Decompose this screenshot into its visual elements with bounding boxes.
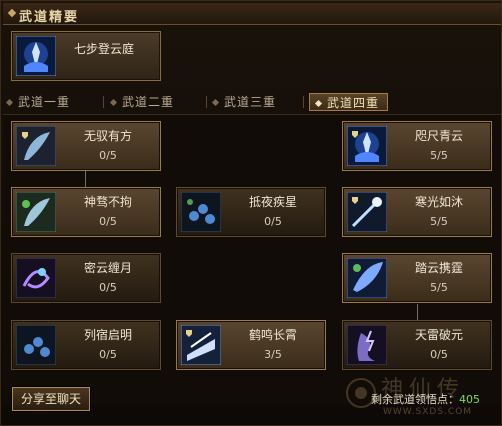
skill-name: 抵夜疾星 <box>248 195 297 209</box>
skill-name: 踏云携霆 <box>414 261 463 275</box>
remaining-points: 剩余武道领悟点：405 <box>371 391 480 407</box>
skill-progress: 5/5 <box>430 215 448 228</box>
remaining-points-label: 剩余武道领悟点： <box>371 393 459 406</box>
diamond-icon <box>7 8 17 18</box>
feather-wing-icon <box>16 192 56 232</box>
diamond-icon <box>211 98 220 107</box>
tab-label: 武道一重 <box>18 95 71 109</box>
skill-name: 寒光如沐 <box>414 195 463 209</box>
tab-tier-3[interactable]: 武道三重 <box>211 93 277 111</box>
cloud-wing-icon <box>347 258 387 298</box>
tab-tier-2[interactable]: 武道二重 <box>109 93 175 111</box>
skill-progress: 5/5 <box>430 149 448 162</box>
skill-name: 鹤鸣长霄 <box>248 328 297 342</box>
watermark-url: WWW.SXDS.COM <box>383 407 473 417</box>
triple-orb-icon <box>181 192 221 232</box>
remaining-points-value: 405 <box>459 393 480 406</box>
essence-skill-card[interactable]: 七步登云庭 <box>11 31 161 81</box>
shooting-star-icon <box>347 192 387 232</box>
tab-label: 武道三重 <box>224 95 277 109</box>
triple-orb-icon <box>16 325 56 365</box>
essence-skill-label: 七步登云庭 <box>74 42 135 56</box>
window-title: 武道精要 <box>19 10 80 25</box>
skill-node[interactable]: 踏云携霆 5/5 <box>342 253 492 303</box>
skill-node[interactable]: 鹤鸣长霄 3/5 <box>176 320 326 370</box>
lotus-warrior-icon <box>347 126 387 166</box>
thunder-figure-icon <box>347 325 387 365</box>
skill-progress: 0/5 <box>264 215 282 228</box>
skill-progress: 5/5 <box>430 281 448 294</box>
skill-progress: 0/5 <box>430 348 448 361</box>
skill-name: 神骛不拘 <box>83 195 132 209</box>
swirl-moon-icon <box>16 258 56 298</box>
crane-claw-icon <box>181 325 221 365</box>
skill-window: 武道精要 七步登云庭 武道一重 武道二重 武道三重 武道四重 无驭有方 0/5 … <box>0 0 502 426</box>
tab-divider <box>206 96 207 108</box>
skill-node[interactable]: 无驭有方 0/5 <box>11 121 161 171</box>
skill-name: 密云缠月 <box>83 261 132 275</box>
skill-node[interactable]: 寒光如沐 5/5 <box>342 187 492 237</box>
tab-tier-1[interactable]: 武道一重 <box>5 93 71 111</box>
skill-name: 天雷破元 <box>414 328 463 342</box>
diamond-icon <box>314 99 323 108</box>
skill-progress: 0/5 <box>99 149 117 162</box>
skill-progress: 0/5 <box>99 215 117 228</box>
skill-name: 咫尺青云 <box>414 129 463 143</box>
skill-node[interactable]: 神骛不拘 0/5 <box>11 187 161 237</box>
skill-progress: 0/5 <box>99 281 117 294</box>
diamond-icon <box>5 98 14 107</box>
tab-divider <box>103 96 104 108</box>
feather-wing-icon <box>16 126 56 166</box>
share-to-chat-button[interactable]: 分享至聊天 <box>12 387 90 411</box>
skill-name: 列宿启明 <box>83 328 132 342</box>
skill-node[interactable]: 抵夜疾星 0/5 <box>176 187 326 237</box>
tier-tab-bar: 武道一重 武道二重 武道三重 武道四重 <box>3 93 501 111</box>
tab-divider <box>303 96 304 108</box>
tab-label: 武道四重 <box>327 96 380 110</box>
window-header: 武道精要 <box>3 3 501 25</box>
tab-label: 武道二重 <box>122 95 175 109</box>
skill-node[interactable]: 列宿启明 0/5 <box>11 320 161 370</box>
skill-node[interactable]: 密云缠月 0/5 <box>11 253 161 303</box>
skill-progress: 0/5 <box>99 348 117 361</box>
tab-tier-4[interactable]: 武道四重 <box>309 93 389 111</box>
diamond-icon <box>109 98 118 107</box>
tree-connector <box>417 304 418 320</box>
lotus-warrior-icon <box>16 36 56 76</box>
skill-node[interactable]: 咫尺青云 5/5 <box>342 121 492 171</box>
skill-node[interactable]: 天雷破元 0/5 <box>342 320 492 370</box>
skill-progress: 3/5 <box>264 348 282 361</box>
tree-connector <box>85 171 86 187</box>
skill-name: 无驭有方 <box>83 129 132 143</box>
